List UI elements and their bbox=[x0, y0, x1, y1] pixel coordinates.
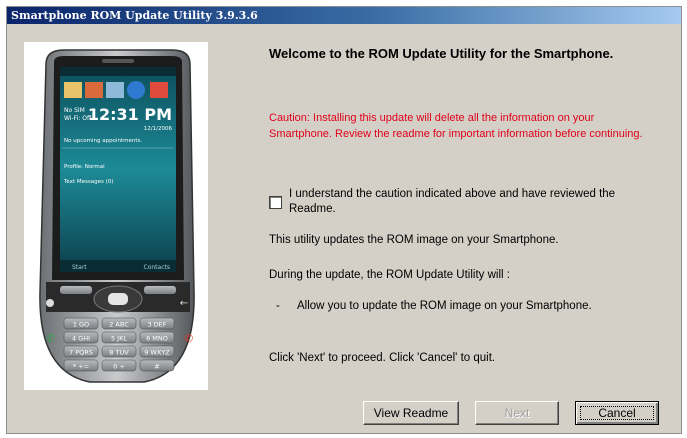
media-icon bbox=[150, 82, 168, 98]
focus-rectangle bbox=[580, 406, 654, 420]
earpiece bbox=[102, 59, 134, 63]
keypad-key-label: 8 TUV bbox=[109, 349, 129, 357]
caution-text: Caution: Installing this update will del… bbox=[269, 112, 643, 140]
keypad-key-label: # bbox=[154, 363, 159, 371]
softkey-start: Start bbox=[72, 264, 87, 271]
appointments-text: No upcoming appointments. bbox=[64, 138, 142, 144]
keypad-key-label: 7 PQRS bbox=[69, 349, 93, 357]
keypad-key-label: 5 JKL bbox=[111, 335, 127, 343]
keypad-key-label: 9 WXYZ bbox=[144, 349, 170, 357]
keypad-key-label: * += bbox=[73, 363, 89, 371]
back-icon: ← bbox=[180, 298, 188, 309]
softkey-right-button bbox=[144, 286, 176, 294]
keypad-key-label: 2 ABC bbox=[109, 321, 129, 329]
bullet-dash: - bbox=[276, 300, 280, 312]
keypad-key-label: 1 GO bbox=[73, 321, 89, 329]
acknowledge-row[interactable]: I understand the caution indicated above… bbox=[269, 187, 669, 217]
window-title: Smartphone ROM Update Utility 3.9.3.6 bbox=[7, 7, 681, 24]
home-icon bbox=[64, 82, 82, 98]
phone-image-panel: No SIM Wi-Fi: Off 12:31 PM 12/1/2006 No … bbox=[24, 42, 208, 390]
cancel-button[interactable]: Cancel bbox=[575, 401, 659, 425]
keypad-key-label: 4 GHI bbox=[72, 335, 90, 343]
view-readme-button[interactable]: View Readme bbox=[363, 401, 459, 425]
keypad-key-label: 0 + bbox=[113, 363, 125, 371]
next-button[interactable]: Next bbox=[475, 401, 559, 425]
keypad-key-label: 6 MNO bbox=[146, 335, 168, 343]
smartphone-illustration: No SIM Wi-Fi: Off 12:31 PM 12/1/2006 No … bbox=[39, 49, 195, 383]
keypad-key-label: 3 DEF bbox=[147, 321, 166, 329]
user-icon bbox=[85, 82, 103, 98]
clock-time: 12:31 PM bbox=[88, 105, 172, 124]
home-button bbox=[46, 299, 54, 307]
calendar-icon bbox=[106, 82, 124, 98]
messages-text: Text Messages (0) bbox=[63, 179, 113, 185]
acknowledge-label[interactable]: I understand the caution indicated above… bbox=[289, 187, 659, 217]
browser-icon bbox=[127, 81, 145, 99]
clock-date: 12/1/2006 bbox=[144, 126, 173, 132]
rom-update-window: Smartphone ROM Update Utility 3.9.3.6 No… bbox=[6, 6, 682, 434]
profile-text: Profile: Normal bbox=[64, 164, 105, 170]
call-icon: ✆ bbox=[46, 332, 55, 345]
update-intro: During the update, the ROM Update Utilit… bbox=[269, 269, 510, 281]
status-sim: No SIM bbox=[64, 107, 85, 114]
acknowledge-checkbox[interactable] bbox=[269, 196, 282, 209]
utility-description: This utility updates the ROM image on yo… bbox=[269, 234, 559, 246]
proceed-instructions: Click 'Next' to proceed. Click 'Cancel' … bbox=[269, 352, 496, 364]
softkey-contacts: Contacts bbox=[144, 264, 170, 271]
end-call-icon: ✆ bbox=[184, 332, 193, 345]
welcome-heading: Welcome to the ROM Update Utility for th… bbox=[269, 46, 614, 61]
bullet-update-rom: Allow you to update the ROM image on you… bbox=[297, 300, 592, 312]
softkey-left-button bbox=[60, 286, 92, 294]
action-button bbox=[108, 293, 128, 305]
